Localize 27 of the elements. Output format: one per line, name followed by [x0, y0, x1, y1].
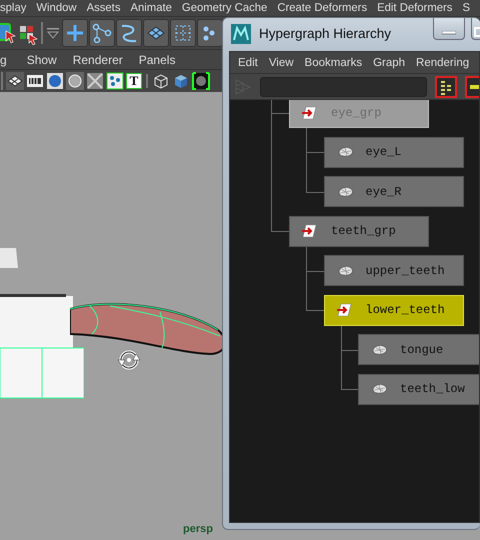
node[interactable]: eye_R: [324, 176, 464, 207]
menu-item[interactable]: splay: [0, 0, 26, 16]
node[interactable]: lower_teeth: [324, 294, 464, 326]
menu-item[interactable]: Graph: [373, 55, 406, 73]
text-toggle-button[interactable]: T: [126, 73, 142, 89]
node[interactable]: upper_teeth: [324, 255, 464, 286]
camera-label: persp: [183, 522, 213, 536]
window-title: Hypergraph Hierarchy: [259, 24, 392, 43]
menu-item[interactable]: Edit Deformers: [377, 0, 452, 16]
menu-item[interactable]: Rendering: [416, 55, 470, 73]
node[interactable]: teeth_low: [358, 374, 479, 404]
menu-item[interactable]: S: [462, 0, 470, 16]
menu-item[interactable]: Animate: [130, 0, 172, 16]
menu-item[interactable]: Geometry Cache: [182, 0, 268, 16]
menu-item[interactable]: Assets: [86, 0, 120, 16]
menu-item[interactable]: Edit: [238, 55, 258, 73]
menu-item[interactable]: Show: [26, 50, 57, 69]
node[interactable]: tongue: [358, 334, 479, 365]
menu-item[interactable]: View: [268, 55, 294, 73]
menu-item[interactable]: Create Deformers: [277, 0, 368, 16]
menu-item[interactable]: Panels: [138, 50, 176, 69]
menu-item[interactable]: Bookmarks: [304, 55, 362, 73]
menu-item[interactable]: Window: [36, 0, 77, 16]
menu-item[interactable]: Renderer: [72, 50, 123, 69]
menu-item[interactable]: g: [0, 50, 7, 69]
node[interactable]: eye_L: [324, 136, 464, 168]
node[interactable]: teeth_grp: [289, 216, 429, 246]
